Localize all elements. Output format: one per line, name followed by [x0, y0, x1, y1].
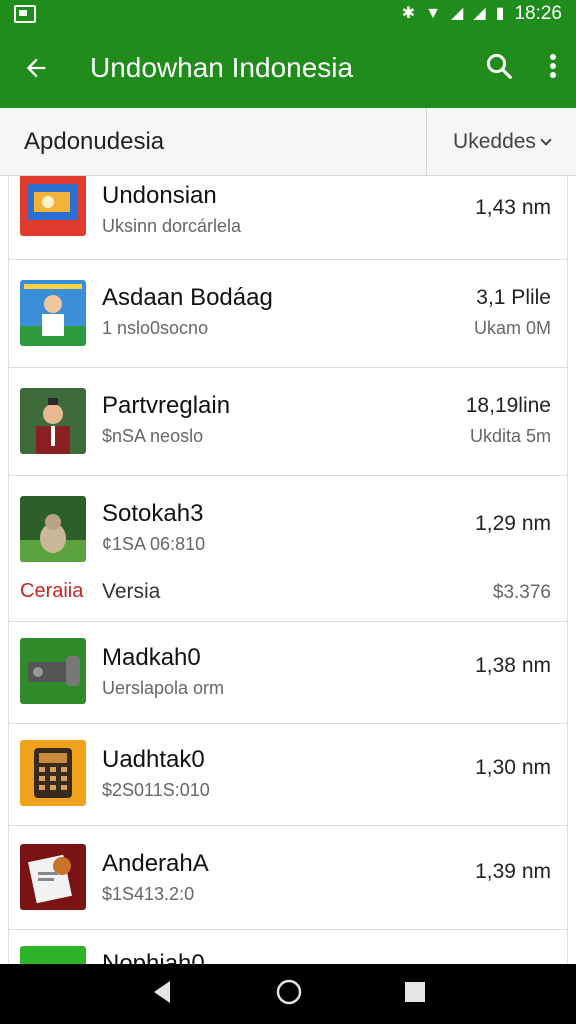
item-title: AnderahA: [102, 850, 209, 877]
item-thumbnail: [20, 844, 86, 910]
filter-dropdown-value: Ukeddes: [453, 129, 536, 153]
item-secondary-value: Ukdita 5m: [469, 426, 551, 446]
page-title: Undowhan Indonesia: [90, 52, 354, 83]
search-icon[interactable]: [484, 51, 514, 86]
chevron-down-icon: [540, 133, 552, 146]
item-subtitle: 1 nslo0socno: [102, 318, 209, 338]
list-item[interactable]: Uadhtak0 $2S011S:010 1,30 nm: [9, 724, 567, 826]
signal-icon: ◢: [451, 5, 464, 22]
item-subtitle: Uerslapola orm: [102, 678, 225, 698]
item-title: Partvreglain: [102, 392, 231, 419]
filter-label: Apdonudesia: [24, 127, 165, 155]
list-item[interactable]: Madkah0 Uerslapola orm 1,38 nm: [9, 622, 567, 724]
item-thumbnail: [20, 280, 86, 346]
list-item[interactable]: Nophiah0: [9, 930, 567, 964]
navigation-bar: [0, 964, 576, 1024]
status-time: 18:26: [514, 3, 562, 24]
item-list: Undonsian Uksinn dorcárlela 1,43 nm Asda…: [8, 176, 568, 964]
item-title: Asdaan Bodáag: [102, 284, 273, 311]
item-value: 1,30 nm: [475, 756, 551, 779]
item-thumbnail: [20, 176, 86, 236]
signal-icon-2: ◢: [473, 5, 486, 22]
item-value: 1,29 nm: [475, 512, 551, 535]
recents-nav-icon[interactable]: [404, 981, 426, 1008]
item-value: 1,38 nm: [475, 654, 551, 677]
back-arrow-icon[interactable]: [18, 50, 54, 86]
wifi-icon: ▼: [425, 5, 442, 22]
item-thumbnail: [20, 496, 86, 562]
home-nav-icon[interactable]: [275, 978, 303, 1011]
list-item[interactable]: Sotokah3 ¢1SA 06:810 1,29 nm Ceraiia Ver…: [9, 476, 567, 622]
item-thumbnail: [20, 638, 86, 704]
item-title: Madkah0: [102, 644, 201, 671]
item-subtitle: $1S413.2:0: [102, 884, 195, 904]
back-nav-icon[interactable]: [150, 979, 174, 1010]
item-subtitle: $2S011S:010: [102, 780, 210, 800]
item-thumbnail: [20, 388, 86, 454]
list-item[interactable]: Asdaan Bodáag 1 nslo0socno 3,1 Plile Uka…: [9, 260, 567, 368]
battery-icon: ▮: [495, 5, 505, 22]
status-bar: ✱ ▼ ◢ ◢ ▮ 18:26: [0, 0, 576, 28]
list-item[interactable]: AnderahA $1S413.2:0 1,39 nm: [9, 826, 567, 930]
list-item[interactable]: Undonsian Uksinn dorcárlela 1,43 nm: [9, 176, 567, 260]
item-subtitle: Uksinn dorcárlela: [102, 216, 242, 236]
screenshot-notification-icon: [14, 5, 36, 23]
item-value: 18,19line: [465, 394, 551, 417]
list-item[interactable]: Partvreglain $nSA neoslo 18,19line Ukdit…: [9, 368, 567, 476]
item-thumbnail: [20, 740, 86, 806]
item-value: 1,39 nm: [475, 860, 551, 883]
item-category-label: Ceraiia: [20, 580, 84, 602]
item-title: Uadhtak0: [102, 746, 205, 773]
item-price: $3.376: [492, 582, 551, 603]
item-subtitle: $nSA neoslo: [102, 426, 204, 446]
filter-dropdown[interactable]: Ukeddes: [426, 108, 576, 175]
status-icons: ✱ ▼ ◢ ◢ ▮ 18:26: [402, 3, 562, 25]
item-secondary-value: Ukam 0M: [473, 318, 551, 338]
app-bar: Undowhan Indonesia: [0, 28, 576, 108]
item-title: Nophiah0: [102, 950, 205, 964]
filter-bar: Apdonudesia Ukeddes: [0, 108, 576, 176]
item-value: 3,1 Plile: [476, 286, 551, 309]
item-title: Sotokah3: [102, 500, 204, 527]
bluetooth-icon: ✱: [401, 5, 416, 22]
item-value: 1,43 nm: [475, 196, 551, 219]
item-version-label: Versia: [102, 580, 161, 603]
more-options-icon[interactable]: [548, 52, 558, 85]
item-subtitle: ¢1SA 06:810: [102, 534, 206, 554]
item-title: Undonsian: [102, 182, 217, 209]
item-thumbnail: [20, 946, 86, 964]
